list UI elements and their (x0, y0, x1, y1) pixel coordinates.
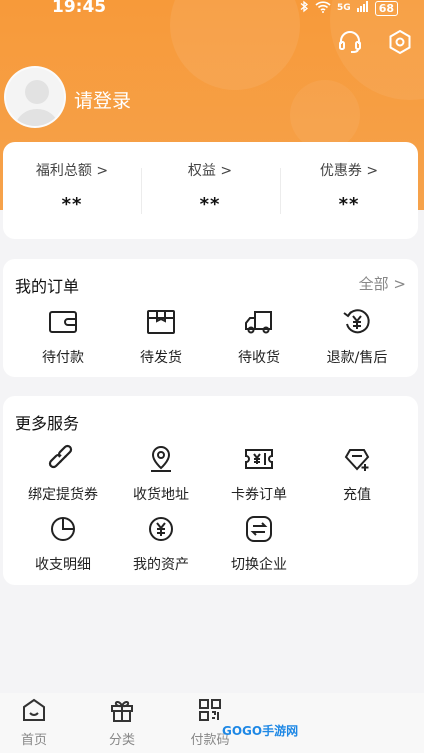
gift-icon (92, 697, 152, 727)
wallet-icon (11, 307, 115, 337)
recharge-icon (305, 444, 409, 474)
service-label: 收货地址 (133, 487, 189, 503)
section-title: 我的订单 (15, 277, 80, 296)
stats-card: 福利总额 > ** 权益 > ** 优惠券 > ** (3, 142, 418, 239)
switch-icon (207, 514, 311, 544)
package-icon (109, 307, 213, 337)
watermark: GOGO手游网 (222, 724, 299, 738)
service-switch-company[interactable]: 切换企业 (207, 514, 311, 574)
avatar[interactable] (4, 66, 66, 128)
service-label: 我的资产 (133, 557, 189, 573)
order-refund-aftersale[interactable]: 退款/售后 (305, 307, 409, 367)
stat-coupons[interactable]: 优惠券 > ** (280, 160, 418, 215)
stat-value: ** (338, 194, 360, 215)
bluetooth-icon (300, 0, 309, 16)
nav-label: 首页 (20, 733, 47, 748)
stat-value: ** (61, 194, 83, 215)
signal-5g-label: 5G (337, 3, 351, 13)
yuan-icon (109, 514, 213, 544)
stat-benefits[interactable]: 权益 > ** (141, 160, 279, 215)
nav-category[interactable]: 分类 (92, 697, 152, 748)
order-pending-shipment[interactable]: 待发货 (109, 307, 213, 367)
stat-value: ** (199, 194, 221, 215)
status-icons: 5G 68 (300, 0, 398, 16)
service-shipping-address[interactable]: 收货地址 (109, 444, 213, 504)
service-label: 收支明细 (35, 557, 91, 573)
settings-icon[interactable] (386, 28, 414, 56)
bottom-nav: 首页 分类 付款码 (0, 693, 424, 753)
refund-icon (305, 307, 409, 337)
signal-icon (356, 1, 369, 15)
link-icon (11, 444, 115, 474)
pie-chart-icon (11, 514, 115, 544)
login-link[interactable]: 请登录 (74, 86, 131, 113)
order-label: 退款/售后 (326, 350, 388, 366)
status-bar: 19:45 5G 68 (0, 0, 424, 20)
services-card: 更多服务 绑定提货券 收货地址 卡券订单 充值 收支明细 我的资产 切换企业 (3, 396, 418, 585)
stat-welfare-total[interactable]: 福利总额 > ** (3, 160, 141, 215)
home-icon (4, 697, 64, 727)
service-income-expense[interactable]: 收支明细 (11, 514, 115, 574)
headset-icon[interactable] (336, 28, 364, 56)
battery-indicator: 68 (374, 0, 398, 16)
nav-label: 分类 (108, 733, 135, 748)
stat-label: 权益 > (187, 163, 233, 179)
service-bind-voucher[interactable]: 绑定提货券 (11, 444, 115, 504)
service-my-assets[interactable]: 我的资产 (109, 514, 213, 574)
location-icon (109, 444, 213, 474)
order-pending-payment[interactable]: 待付款 (11, 307, 115, 367)
order-label: 待收货 (238, 350, 280, 366)
service-card-voucher-orders[interactable]: 卡券订单 (207, 444, 311, 504)
status-time: 19:45 (52, 0, 107, 17)
decoration-circle (290, 80, 360, 150)
orders-card: 我的订单 全部 > 待付款 待发货 待收货 退款/售后 (3, 259, 418, 377)
order-label: 待发货 (140, 350, 182, 366)
section-title: 更多服务 (15, 414, 80, 433)
service-recharge[interactable]: 充值 (305, 444, 409, 504)
order-pending-receipt[interactable]: 待收货 (207, 307, 311, 367)
order-label: 待付款 (42, 350, 84, 366)
stat-label: 福利总额 > (35, 163, 109, 179)
wifi-icon (315, 0, 331, 16)
nav-home[interactable]: 首页 (4, 697, 64, 748)
ticket-icon (207, 444, 311, 474)
view-all-orders-link[interactable]: 全部 > (359, 273, 406, 294)
service-label: 切换企业 (231, 557, 287, 573)
service-label: 充值 (343, 487, 371, 503)
service-label: 绑定提货券 (28, 487, 98, 503)
truck-icon (207, 307, 311, 337)
stat-label: 优惠券 > (319, 163, 379, 179)
service-label: 卡券订单 (231, 487, 287, 503)
